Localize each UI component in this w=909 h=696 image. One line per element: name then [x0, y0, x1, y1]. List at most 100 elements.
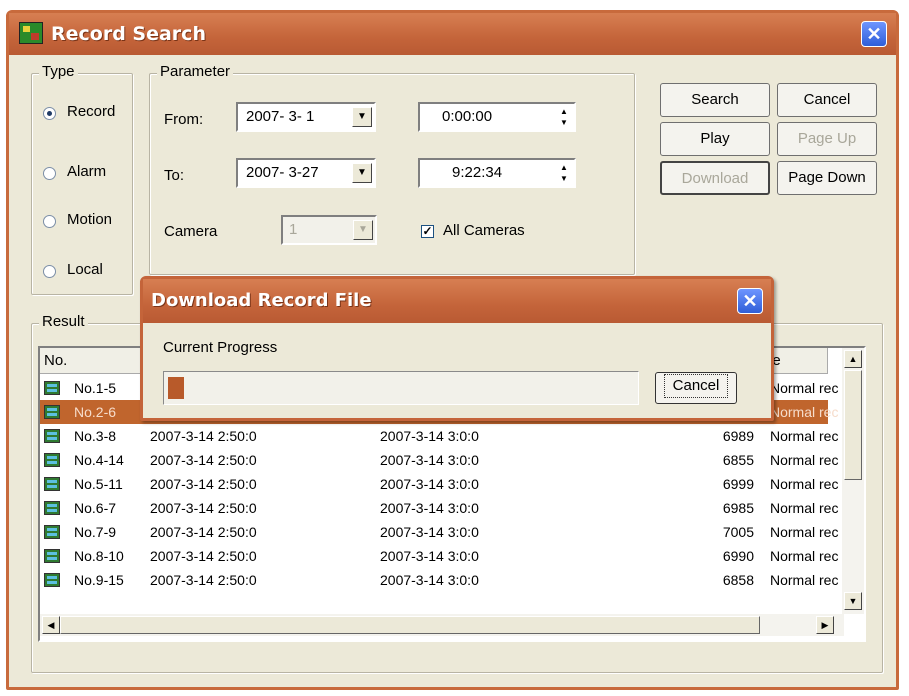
cell-size: 6855 — [722, 452, 754, 468]
cell-type: Normal rec — [770, 572, 839, 588]
close-dialog-button[interactable]: ✕ — [737, 288, 763, 314]
table-row[interactable]: No.6-7 2007-3-14 2:50:0 2007-3-14 3:0:0 698… — [40, 496, 838, 520]
table-row[interactable]: No.5-11 2007-3-14 2:50:0 2007-3-14 3:0:0 69… — [40, 472, 838, 496]
cell-type: Normal rec — [770, 428, 839, 444]
cell-start: 2007-3-14 2:50:0 — [150, 476, 257, 492]
type-legend: Type — [39, 63, 78, 80]
from-label: From: — [164, 111, 204, 128]
table-row[interactable]: No.8-10 2007-3-14 2:50:0 2007-3-14 3:0:0 69… — [40, 544, 838, 568]
cell-size: 6999 — [722, 476, 754, 492]
all-cameras-label: All Cameras — [443, 222, 525, 239]
record-file-icon — [44, 525, 60, 539]
cell-end: 2007-3-14 3:0:0 — [380, 524, 479, 540]
scroll-right-icon[interactable]: ▶ — [816, 616, 834, 634]
radio-motion[interactable]: Motion — [43, 211, 133, 233]
dialog-title: Download Record File — [151, 290, 372, 311]
cell-no: No.4-14 — [74, 452, 124, 468]
spinner-icon[interactable]: ▲ ▼ — [556, 162, 572, 184]
camera-select[interactable]: 1 ▼ — [281, 215, 377, 245]
cell-size: 6989 — [722, 428, 754, 444]
all-cameras-checkbox[interactable]: ✓ All Cameras — [421, 222, 561, 242]
radio-record[interactable]: Record — [43, 103, 133, 125]
search-button[interactable]: Search — [660, 83, 770, 117]
cell-end: 2007-3-14 3:0:0 — [380, 572, 479, 588]
from-time-value: 0:00:00 — [442, 108, 493, 125]
record-file-icon — [44, 477, 60, 491]
cell-no: No.9-15 — [74, 572, 124, 588]
check-icon[interactable]: ✓ — [421, 225, 434, 238]
dialog-cancel-button[interactable]: Cancel — [655, 372, 737, 404]
title-bar[interactable]: Record Search ✕ — [9, 13, 896, 55]
from-date-picker[interactable]: 2007- 3- 1 ▼ — [236, 102, 376, 132]
radio-record-dot[interactable] — [43, 107, 56, 120]
radio-local-label: Local — [67, 261, 103, 278]
cell-no: No.8-10 — [74, 548, 124, 564]
to-time-field[interactable]: 9:22:34 ▲ ▼ — [418, 158, 576, 188]
camera-value: 1 — [289, 221, 298, 238]
radio-alarm[interactable]: Alarm — [43, 163, 133, 185]
record-file-icon — [44, 429, 60, 443]
chevron-down-icon[interactable]: ▼ — [352, 107, 372, 127]
table-row[interactable]: No.3-8 2007-3-14 2:50:0 2007-3-14 3:0:0 698… — [40, 424, 838, 448]
from-date-value: 2007- 3- 1 — [246, 108, 315, 125]
cell-type: Normal rec — [770, 476, 839, 492]
cell-end: 2007-3-14 3:0:0 — [380, 500, 479, 516]
radio-record-label: Record — [67, 103, 116, 120]
spinner-icon[interactable]: ▲ ▼ — [556, 106, 572, 128]
window-title: Record Search — [51, 23, 206, 45]
scroll-down-icon[interactable]: ▼ — [844, 592, 862, 610]
cell-type: Normal rec — [770, 404, 839, 420]
horizontal-scrollbar[interactable]: ◀ ▶ — [40, 614, 844, 636]
chevron-down-icon[interactable]: ▼ — [352, 163, 372, 183]
cell-type: Normal rec — [770, 380, 839, 396]
table-row[interactable]: No.4-14 2007-3-14 2:50:0 2007-3-14 3:0:0 68… — [40, 448, 838, 472]
cell-size: 7005 — [722, 524, 754, 540]
radio-local[interactable]: Local — [43, 261, 133, 283]
cell-type: Normal rec — [770, 452, 839, 468]
dialog-title-bar[interactable]: Download Record File ✕ — [143, 279, 771, 323]
scrollbar-thumb[interactable] — [844, 370, 862, 480]
record-file-icon — [44, 501, 60, 515]
radio-alarm-label: Alarm — [67, 163, 107, 180]
table-row[interactable]: No.9-15 2007-3-14 2:50:0 2007-3-14 3:0:0 68… — [40, 568, 838, 592]
cell-no: No.2-6 — [74, 404, 117, 420]
cell-start: 2007-3-14 2:50:0 — [150, 548, 257, 564]
download-button[interactable]: Download — [660, 161, 770, 195]
to-date-value: 2007- 3-27 — [246, 164, 319, 181]
to-label: To: — [164, 167, 185, 184]
scroll-left-icon[interactable]: ◀ — [42, 616, 60, 634]
cell-type: Normal rec — [770, 500, 839, 516]
play-button[interactable]: Play — [660, 122, 770, 156]
chevron-down-icon[interactable]: ▼ — [353, 220, 373, 240]
cell-type: Normal rec — [770, 524, 839, 540]
cell-no: No.1-5 — [74, 380, 117, 396]
record-file-icon — [44, 405, 60, 419]
cell-start: 2007-3-14 2:50:0 — [150, 572, 257, 588]
scrollbar-thumb[interactable] — [60, 616, 760, 634]
scroll-up-icon[interactable]: ▲ — [844, 350, 862, 368]
from-time-field[interactable]: 0:00:00 ▲ ▼ — [418, 102, 576, 132]
cell-size: 6990 — [722, 548, 754, 564]
column-header-no[interactable]: No. — [40, 348, 150, 374]
radio-motion-dot[interactable] — [43, 215, 56, 228]
cell-no: No.5-11 — [74, 476, 123, 492]
cell-size: 6858 — [722, 572, 754, 588]
cell-size: 6985 — [722, 500, 754, 516]
to-date-picker[interactable]: 2007- 3-27 ▼ — [236, 158, 376, 188]
close-window-button[interactable]: ✕ — [861, 21, 887, 47]
cell-no: No.6-7 — [74, 500, 117, 516]
cell-end: 2007-3-14 3:0:0 — [380, 428, 479, 444]
vertical-scrollbar[interactable]: ▲ ▼ — [842, 348, 864, 614]
cell-end: 2007-3-14 3:0:0 — [380, 452, 479, 468]
page-down-button[interactable]: Page Down — [777, 161, 877, 195]
record-file-icon — [44, 453, 60, 467]
cancel-button[interactable]: Cancel — [777, 83, 877, 117]
record-file-icon — [44, 549, 60, 563]
table-row[interactable]: No.7-9 2007-3-14 2:50:0 2007-3-14 3:0:0 700… — [40, 520, 838, 544]
radio-alarm-dot[interactable] — [43, 167, 56, 180]
page-up-button[interactable]: Page Up — [777, 122, 877, 156]
parameter-legend: Parameter — [157, 63, 234, 80]
radio-local-dot[interactable] — [43, 265, 56, 278]
dialog-cancel-label: Cancel — [663, 374, 729, 398]
download-dialog: Download Record File ✕ Current Progress … — [140, 276, 774, 421]
